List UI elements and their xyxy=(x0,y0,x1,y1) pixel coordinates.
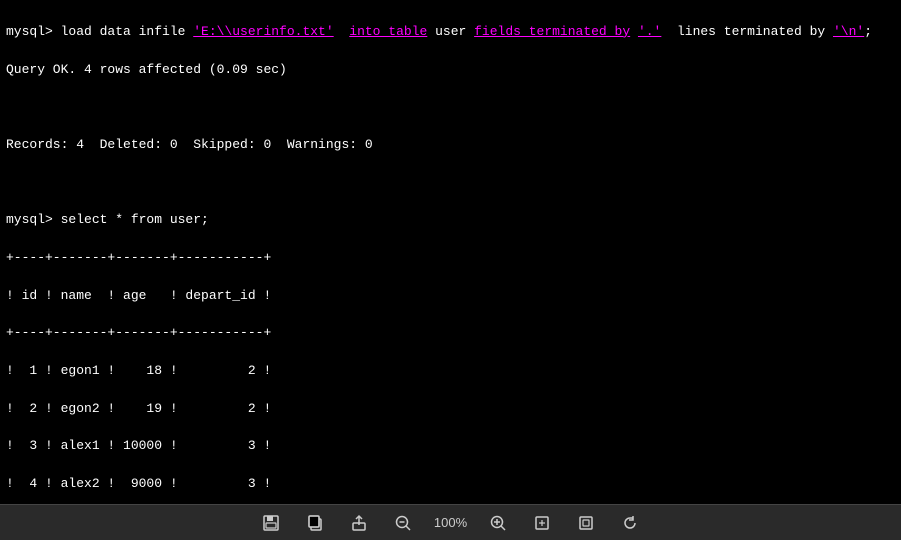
zoom-out-button[interactable] xyxy=(390,512,416,534)
table-row-1-3: ! 3 ! alex1 ! 10000 ! 3 ! xyxy=(6,437,895,456)
cmd-line-2: mysql> select * from user; xyxy=(6,211,895,230)
terminal: mysql> load data infile 'E:\\userinfo.tx… xyxy=(0,0,901,504)
zoom-level: 100% xyxy=(434,515,467,530)
zoom-in-button[interactable] xyxy=(485,512,511,534)
blank-2 xyxy=(6,174,895,193)
table-row-1-1: ! 1 ! egon1 ! 18 ! 2 ! xyxy=(6,362,895,381)
table-row-1-4: ! 4 ! alex2 ! 9000 ! 3 ! xyxy=(6,475,895,494)
cmd-line-1: mysql> load data infile 'E:\\userinfo.tx… xyxy=(6,23,895,42)
table-border-1: +----+-------+-------+-----------+ xyxy=(6,249,895,268)
copy-button[interactable] xyxy=(302,512,328,534)
toolbar: 100% xyxy=(0,504,901,540)
records-line-1: Records: 4 Deleted: 0 Skipped: 0 Warning… xyxy=(6,136,895,155)
export-button[interactable] xyxy=(346,512,372,534)
crop-button[interactable] xyxy=(573,512,599,534)
blank-1 xyxy=(6,98,895,117)
table-header-1: ! id ! name ! age ! depart_id ! xyxy=(6,287,895,306)
save-button[interactable] xyxy=(258,512,284,534)
fit-button[interactable] xyxy=(529,512,555,534)
table-border-2: +----+-------+-------+-----------+ xyxy=(6,324,895,343)
ok-line-1: Query OK. 4 rows affected (0.09 sec) xyxy=(6,61,895,80)
refresh-button[interactable] xyxy=(617,512,643,534)
table-row-1-2: ! 2 ! egon2 ! 19 ! 2 ! xyxy=(6,400,895,419)
